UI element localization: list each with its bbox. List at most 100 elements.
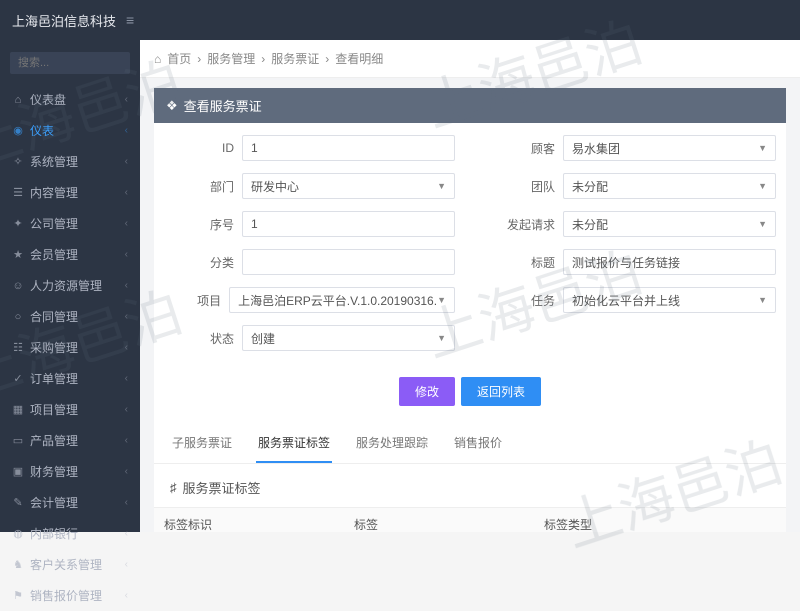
label-seq: 序号 <box>164 216 234 233</box>
sidebar: ⌂仪表盘‹◉仪表‹✧系统管理‹☰内容管理‹✦公司管理‹★会员管理‹☺人力资源管理… <box>0 40 140 532</box>
sidebar-item[interactable]: ✦ 公司管理 ‹ <box>0 208 140 239</box>
sidebar-item[interactable]: ✎ 会计管理 ‹ <box>0 487 140 518</box>
sidebar-item-label: 内部银行 <box>30 525 78 542</box>
select-request[interactable]: 未分配▼ <box>563 211 776 237</box>
field-category[interactable] <box>242 249 455 275</box>
field-seq[interactable]: 1 <box>242 211 455 237</box>
breadcrumb-home[interactable]: 首页 <box>167 50 191 67</box>
search-input[interactable] <box>10 52 130 74</box>
label-status: 状态 <box>164 330 234 347</box>
sidebar-item[interactable]: ▣ 财务管理 ‹ <box>0 456 140 487</box>
tab-ticket-tags[interactable]: 服务票证标签 <box>256 424 332 463</box>
chevron-right-icon: ‹ <box>125 466 128 477</box>
sidebar-item-label: 订单管理 <box>30 370 78 387</box>
breadcrumb-2[interactable]: 服务票证 <box>271 50 319 67</box>
chevron-right-icon: ‹ <box>125 94 128 105</box>
brand-title: 上海邑泊信息科技 <box>12 11 116 30</box>
tags-table: 标签标识 标签 标签类型 1邑泊云产品查看删除2修改缺陷售后服务查看删除 <box>154 507 786 532</box>
sidebar-item-label: 财务管理 <box>30 463 78 480</box>
chevron-right-icon: ‹ <box>125 497 128 508</box>
label-project: 项目 <box>164 292 221 309</box>
chevron-right-icon: ‹ <box>125 311 128 322</box>
sidebar-item[interactable]: ☺人力资源管理‹ <box>0 270 140 301</box>
sidebar-item-label: 采购管理 <box>30 339 78 356</box>
button-row: 修改 返回列表 <box>154 369 786 424</box>
sidebar-item[interactable]: ▦项目管理‹ <box>0 394 140 425</box>
tab-sub-ticket[interactable]: 子服务票证 <box>170 424 234 463</box>
info-icon: ❖ <box>166 98 178 114</box>
label-title: 标题 <box>485 254 555 271</box>
hamburger-icon[interactable]: ≡ <box>126 12 134 28</box>
sidebar-item-label: 会计管理 <box>30 494 78 511</box>
panel-header: ❖ 查看服务票证 <box>154 88 786 123</box>
select-project[interactable]: 上海邑泊ERP云平台.V.1.0.20190316.▼ <box>229 287 455 313</box>
select-status[interactable]: 创建▼ <box>242 325 455 351</box>
nav-icon: ✦ <box>12 217 24 230</box>
topbar: 上海邑泊信息科技 ≡ <box>0 0 800 40</box>
chevron-right-icon: ‹ <box>125 435 128 446</box>
nav-icon: ▣ <box>12 465 24 478</box>
sidebar-item-label: 会员管理 <box>30 246 78 263</box>
label-request: 发起请求 <box>485 216 555 233</box>
chevron-right-icon: ‹ <box>125 590 128 601</box>
sidebar-item[interactable]: ⌂ 仪表盘 ‹ <box>0 84 140 115</box>
chevron-right-icon: ‹ <box>125 342 128 353</box>
chevron-right-icon: ‹ <box>125 156 128 167</box>
tab-processing[interactable]: 服务处理跟踪 <box>354 424 430 463</box>
chevron-right-icon: ‹ <box>125 373 128 384</box>
field-id[interactable]: 1 <box>242 135 455 161</box>
sidebar-item-label: 人力资源管理 <box>30 277 102 294</box>
label-customer: 顾客 <box>485 140 555 157</box>
select-customer[interactable]: 易水集团▼ <box>563 135 776 161</box>
chevron-down-icon: ▼ <box>758 219 767 229</box>
nav-icon: ✓ <box>12 372 24 385</box>
back-button[interactable]: 返回列表 <box>461 377 541 406</box>
sidebar-item[interactable]: ⚑销售报价管理‹ <box>0 580 140 611</box>
nav-icon: ♞ <box>12 558 24 571</box>
tabs: 子服务票证 服务票证标签 服务处理跟踪 销售报价 <box>154 424 786 464</box>
breadcrumb: ⌂ 首页 › 服务管理 › 服务票证 › 查看明细 <box>140 40 800 78</box>
nav-icon: ◍ <box>12 527 24 540</box>
edit-button[interactable]: 修改 <box>399 377 455 406</box>
chevron-right-icon: ‹ <box>125 125 128 136</box>
nav-icon: ★ <box>12 248 24 261</box>
list-icon: ♯ <box>170 480 177 495</box>
sidebar-item[interactable]: ✧系统管理‹ <box>0 146 140 177</box>
nav-icon: ☰ <box>12 186 24 199</box>
select-dept[interactable]: 研发中心▼ <box>242 173 455 199</box>
sidebar-item[interactable]: ★会员管理‹ <box>0 239 140 270</box>
nav-icon: ⌂ <box>12 94 24 106</box>
sidebar-item[interactable]: ◉仪表‹ <box>0 115 140 146</box>
sidebar-search <box>10 52 130 74</box>
col-tag-type: 标签类型 <box>534 508 676 532</box>
field-title[interactable]: 测试报价与任务链接 <box>563 249 776 275</box>
sidebar-item[interactable]: ☰内容管理‹ <box>0 177 140 208</box>
sidebar-item-label: 公司管理 <box>30 215 78 232</box>
home-icon[interactable]: ⌂ <box>154 52 161 66</box>
sidebar-item-label: 内容管理 <box>30 184 78 201</box>
chevron-right-icon: ‹ <box>125 280 128 291</box>
nav-icon: ✎ <box>12 496 24 509</box>
chevron-right-icon: ‹ <box>125 559 128 570</box>
nav-icon: ○ <box>12 311 24 323</box>
sidebar-item[interactable]: ◍内部银行‹ <box>0 518 140 549</box>
select-team[interactable]: 未分配▼ <box>563 173 776 199</box>
chevron-down-icon: ▼ <box>758 181 767 191</box>
sidebar-item[interactable]: ☷采购管理‹ <box>0 332 140 363</box>
chevron-right-icon: ‹ <box>125 218 128 229</box>
breadcrumb-1[interactable]: 服务管理 <box>207 50 255 67</box>
select-task[interactable]: 初始化云平台并上线▼ <box>563 287 776 313</box>
sidebar-item[interactable]: ▭ 产品管理 ‹ <box>0 425 140 456</box>
label-task: 任务 <box>485 292 555 309</box>
sidebar-item[interactable]: ✓ 订单管理 ‹ <box>0 363 140 394</box>
sidebar-item-label: 仪表盘 <box>30 91 66 108</box>
sidebar-item-label: 产品管理 <box>30 432 78 449</box>
sidebar-item[interactable]: ○合同管理‹ <box>0 301 140 332</box>
nav-icon: ▭ <box>12 434 24 447</box>
nav-icon: ◉ <box>12 124 24 137</box>
nav-icon: ⚑ <box>12 589 24 602</box>
panel: ❖ 查看服务票证 ID 1 顾客 易水集团▼ <box>154 88 786 532</box>
tab-sales-quote[interactable]: 销售报价 <box>452 424 504 463</box>
sidebar-item[interactable]: ♞客户关系管理‹ <box>0 549 140 580</box>
label-category: 分类 <box>164 254 234 271</box>
